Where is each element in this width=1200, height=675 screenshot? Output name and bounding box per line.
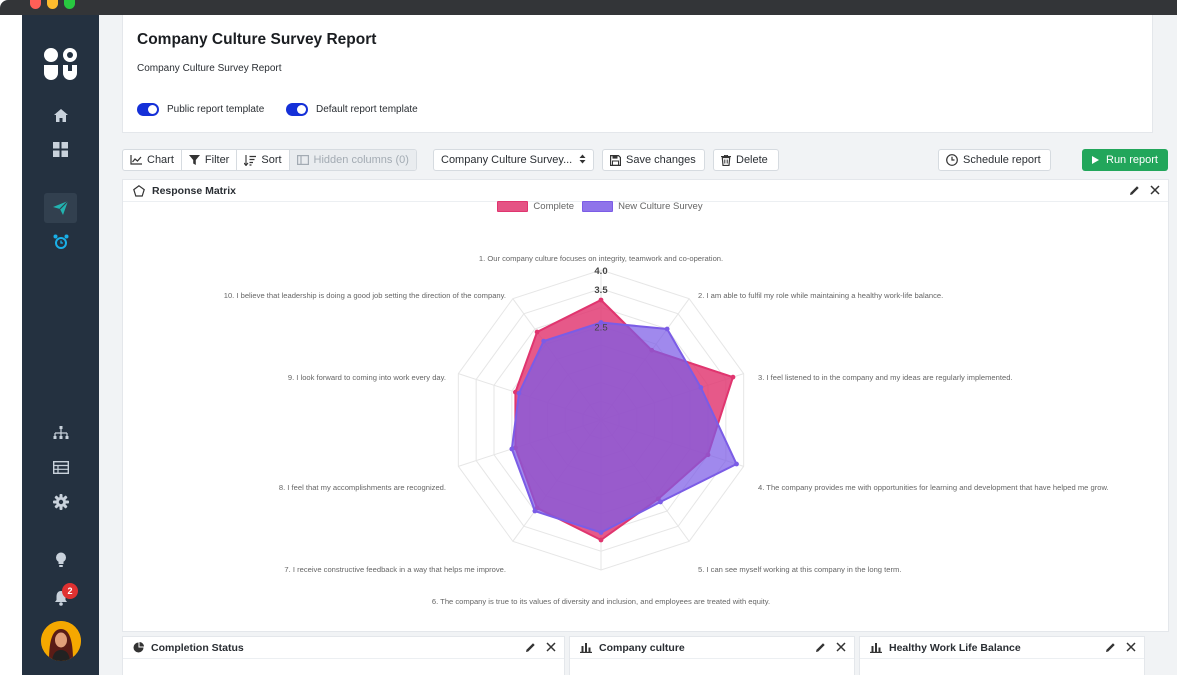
edit-pencil-icon[interactable] <box>815 642 826 656</box>
minimize-window-button[interactable] <box>47 0 58 9</box>
schedule-report-button[interactable]: Schedule report <box>938 149 1051 171</box>
report-header-card: Company Culture Survey Report Company Cu… <box>122 15 1153 133</box>
response-matrix-panel: Response Matrix <box>122 179 1169 632</box>
survey-select[interactable]: Company Culture Survey... <box>433 149 594 171</box>
close-x-icon[interactable] <box>1150 185 1160 199</box>
floppy-disk-icon <box>610 154 621 166</box>
schedule-report-label: Schedule report <box>963 154 1041 166</box>
hidden-columns-label: Hidden columns (0) <box>313 154 409 166</box>
edit-pencil-icon[interactable] <box>525 642 536 656</box>
columns-icon <box>296 155 309 165</box>
page-title: Company Culture Survey Report <box>137 31 377 48</box>
select-arrows-icon <box>579 154 586 167</box>
trash-icon <box>721 154 731 166</box>
work-life-balance-title: Healthy Work Life Balance <box>889 641 1021 654</box>
bar-chart-icon <box>580 642 592 653</box>
response-matrix-header: Response Matrix <box>123 180 1168 202</box>
filter-funnel-icon <box>188 155 200 165</box>
edit-pencil-icon[interactable] <box>1129 185 1140 199</box>
window-titlebar <box>0 0 1177 15</box>
dashboard-grid-icon[interactable] <box>44 134 77 164</box>
bar-chart-icon <box>870 642 882 653</box>
chart-button-label: Chart <box>147 154 174 166</box>
work-life-balance-panel: Healthy Work Life Balance <box>859 636 1145 675</box>
line-chart-icon <box>130 155 142 165</box>
legend-swatch-complete <box>497 201 529 212</box>
main-area: Company Culture Survey Report Company Cu… <box>99 15 1177 675</box>
chart-button[interactable]: Chart <box>123 150 182 170</box>
company-culture-header: Company culture <box>570 637 854 659</box>
public-template-toggle[interactable] <box>137 103 159 116</box>
notification-count-badge: 2 <box>62 583 78 599</box>
legend-item-new-culture-survey[interactable]: New Culture Survey <box>582 201 703 212</box>
save-changes-label: Save changes <box>626 154 696 166</box>
hidden-columns-button[interactable]: Hidden columns (0) <box>289 150 416 170</box>
run-report-button[interactable]: Run report <box>1082 149 1168 171</box>
user-avatar[interactable] <box>41 621 81 661</box>
panel-actions <box>525 642 556 656</box>
home-icon[interactable] <box>44 100 77 130</box>
lightbulb-icon[interactable] <box>44 545 77 575</box>
play-icon <box>1092 156 1099 164</box>
sort-button-label: Sort <box>261 154 282 166</box>
maximize-window-button[interactable] <box>64 0 75 9</box>
default-template-toggle-row[interactable]: Default report template <box>286 103 418 116</box>
response-matrix-title: Response Matrix <box>152 184 237 197</box>
close-x-icon[interactable] <box>836 642 846 656</box>
run-report-label: Run report <box>1106 154 1158 166</box>
legend-swatch-new-culture-survey <box>582 201 614 212</box>
org-chart-icon[interactable] <box>44 418 77 448</box>
view-options-group: Chart Filter Sort Hidden columns (0) <box>122 149 417 171</box>
completion-status-title: Completion Status <box>151 641 244 654</box>
pie-chart-icon <box>133 642 144 653</box>
app-logo <box>44 48 77 80</box>
pentagon-icon <box>133 184 145 197</box>
app-window: 2 Company Culture Survey Report Company … <box>22 15 1177 675</box>
work-life-balance-header: Healthy Work Life Balance <box>860 637 1144 659</box>
delete-label: Delete <box>736 154 768 166</box>
sidebar: 2 <box>22 15 99 675</box>
close-x-icon[interactable] <box>546 642 556 656</box>
completion-status-panel: Completion Status <box>122 636 565 675</box>
filter-button[interactable]: Filter <box>182 150 238 170</box>
sort-button[interactable]: Sort <box>237 150 290 170</box>
company-culture-title: Company culture <box>599 641 685 654</box>
sort-icon <box>244 154 257 166</box>
chart-legend: Complete New Culture Survey <box>0 201 1200 212</box>
default-template-label: Default report template <box>316 104 418 115</box>
public-template-toggle-row[interactable]: Public report template <box>137 103 264 116</box>
legend-item-complete[interactable]: Complete <box>497 201 574 212</box>
completion-status-header: Completion Status <box>123 637 564 659</box>
settings-gear-icon[interactable] <box>44 487 77 517</box>
clock-icon <box>946 154 958 166</box>
filter-button-label: Filter <box>204 154 230 166</box>
alarm-clock-icon[interactable] <box>44 227 77 257</box>
delete-button[interactable]: Delete <box>713 149 779 171</box>
public-template-label: Public report template <box>167 104 265 115</box>
legend-label-complete: Complete <box>533 201 575 212</box>
edit-pencil-icon[interactable] <box>1105 642 1116 656</box>
page-subtitle: Company Culture Survey Report <box>137 63 282 74</box>
close-x-icon[interactable] <box>1126 642 1136 656</box>
close-window-button[interactable] <box>30 0 41 9</box>
panel-actions <box>1129 185 1160 199</box>
panel-actions <box>815 642 846 656</box>
company-culture-panel: Company culture <box>569 636 855 675</box>
table-icon[interactable] <box>44 452 77 482</box>
panel-actions <box>1105 642 1136 656</box>
survey-select-value: Company Culture Survey... <box>441 154 573 166</box>
default-template-toggle[interactable] <box>286 103 308 116</box>
legend-label-new-culture-survey: New Culture Survey <box>618 201 703 212</box>
save-changes-button[interactable]: Save changes <box>602 149 705 171</box>
